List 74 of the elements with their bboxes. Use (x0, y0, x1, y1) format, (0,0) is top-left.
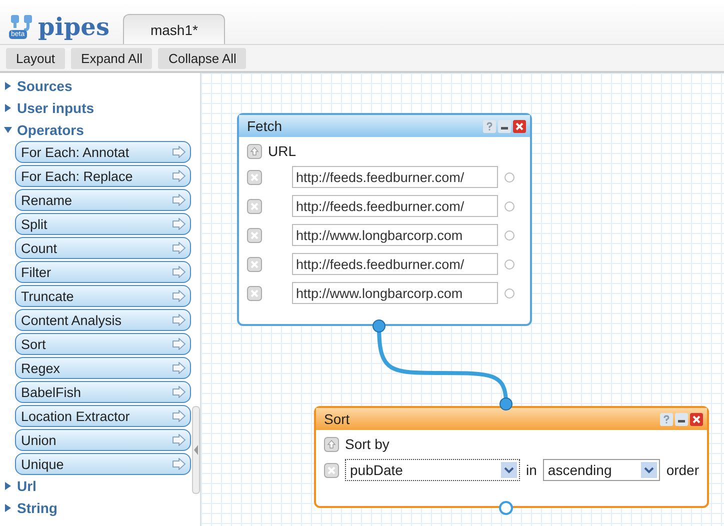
arrow-icon (172, 146, 186, 158)
collapsed-arrow-icon (4, 82, 12, 90)
add-icon[interactable] (324, 436, 339, 452)
minimize-icon[interactable] (675, 412, 688, 426)
operator-module[interactable]: BabelFish (15, 381, 191, 403)
arrow-icon (172, 170, 186, 182)
arrow-icon (172, 386, 186, 398)
library-category[interactable]: Sources (0, 75, 76, 97)
operator-module[interactable]: For Each: Replace (15, 165, 191, 187)
arrow-icon (172, 338, 186, 350)
url-field[interactable]: http://feeds.feedburner.com/ (292, 195, 498, 217)
minimize-icon[interactable] (498, 120, 511, 132)
panel-collapse-handle[interactable] (192, 406, 200, 494)
arrow-icon (172, 434, 186, 446)
expanded-arrow-icon (4, 126, 12, 134)
library-category[interactable]: Url (0, 475, 40, 497)
operator-module[interactable]: Truncate (15, 285, 191, 307)
library-category[interactable]: User inputs (0, 97, 98, 119)
url-field[interactable]: http://www.longbarcorp.com (292, 282, 498, 304)
suffix-label: order (666, 462, 699, 478)
close-icon[interactable] (513, 120, 526, 132)
arrow-icon (172, 410, 186, 422)
remove-icon[interactable] (324, 462, 339, 478)
input-terminal-icon[interactable] (499, 397, 513, 411)
operator-module[interactable]: Regex (15, 357, 191, 379)
sort-field-dropdown[interactable]: pubDate (345, 459, 520, 481)
operator-module[interactable]: Unique (15, 453, 191, 475)
remove-icon[interactable] (247, 228, 262, 242)
operator-module[interactable]: Location Extractor (15, 405, 191, 427)
operator-module[interactable]: Union (15, 429, 191, 451)
remove-icon[interactable] (247, 256, 262, 272)
arrow-icon (172, 242, 186, 254)
library-category[interactable]: String (0, 497, 62, 519)
collapsed-arrow-icon (4, 504, 12, 512)
operator-module[interactable]: Filter (15, 261, 191, 283)
arrow-icon (172, 218, 186, 230)
arrow-icon (172, 362, 186, 374)
operator-module[interactable]: For Each: Annotat (15, 141, 191, 163)
order-dropdown[interactable]: ascending (542, 459, 660, 481)
operator-module[interactable]: Content Analysis (15, 309, 191, 331)
editor-tab[interactable]: mash1* (123, 14, 225, 44)
operator-module[interactable]: Sort (15, 333, 191, 355)
module-box[interactable]: Sort Sort by pubDate in ascending order (314, 406, 709, 508)
toolbar-button[interactable]: Expand All (71, 48, 152, 68)
add-icon[interactable] (247, 144, 262, 158)
field-label: URL (268, 143, 296, 159)
url-field[interactable]: http://feeds.feedburner.com/ (292, 166, 498, 188)
logo-text: pipes (38, 14, 110, 40)
connector-label: in (526, 462, 537, 478)
arrow-icon (172, 290, 186, 302)
remove-icon[interactable] (247, 170, 262, 184)
collapsed-arrow-icon (4, 104, 12, 112)
remove-icon[interactable] (247, 198, 262, 214)
arrow-icon (172, 314, 186, 326)
arrow-icon (172, 194, 186, 206)
url-field[interactable]: http://www.longbarcorp.com (292, 224, 498, 246)
field-label: Sort by (345, 436, 390, 452)
library-category[interactable]: Operators (0, 119, 88, 141)
url-field[interactable]: http://feeds.feedburner.com/ (292, 253, 498, 275)
operator-module[interactable]: Rename (15, 189, 191, 211)
toolbar-button[interactable]: Layout (6, 48, 66, 68)
output-terminal-icon[interactable] (499, 501, 513, 515)
operator-module[interactable]: Count (15, 237, 191, 259)
toolbar-button[interactable]: Collapse All (158, 48, 246, 68)
module-box[interactable]: Fetch URL http://feeds.feedburner.com/ http://feeds.feedburner.com/ http://www.longbarcorp.com http://feeds.feedburner.com/ http://www.longbarcorp.com (237, 113, 532, 326)
module-title: Fetch (247, 118, 282, 134)
module-title: Sort (324, 411, 350, 427)
arrow-icon (172, 458, 186, 470)
arrow-icon (172, 266, 186, 278)
operator-module[interactable]: Split (15, 213, 191, 235)
close-icon[interactable] (690, 412, 703, 426)
collapsed-arrow-icon (4, 482, 12, 490)
output-terminal-icon[interactable] (372, 319, 386, 333)
remove-icon[interactable] (247, 286, 262, 300)
